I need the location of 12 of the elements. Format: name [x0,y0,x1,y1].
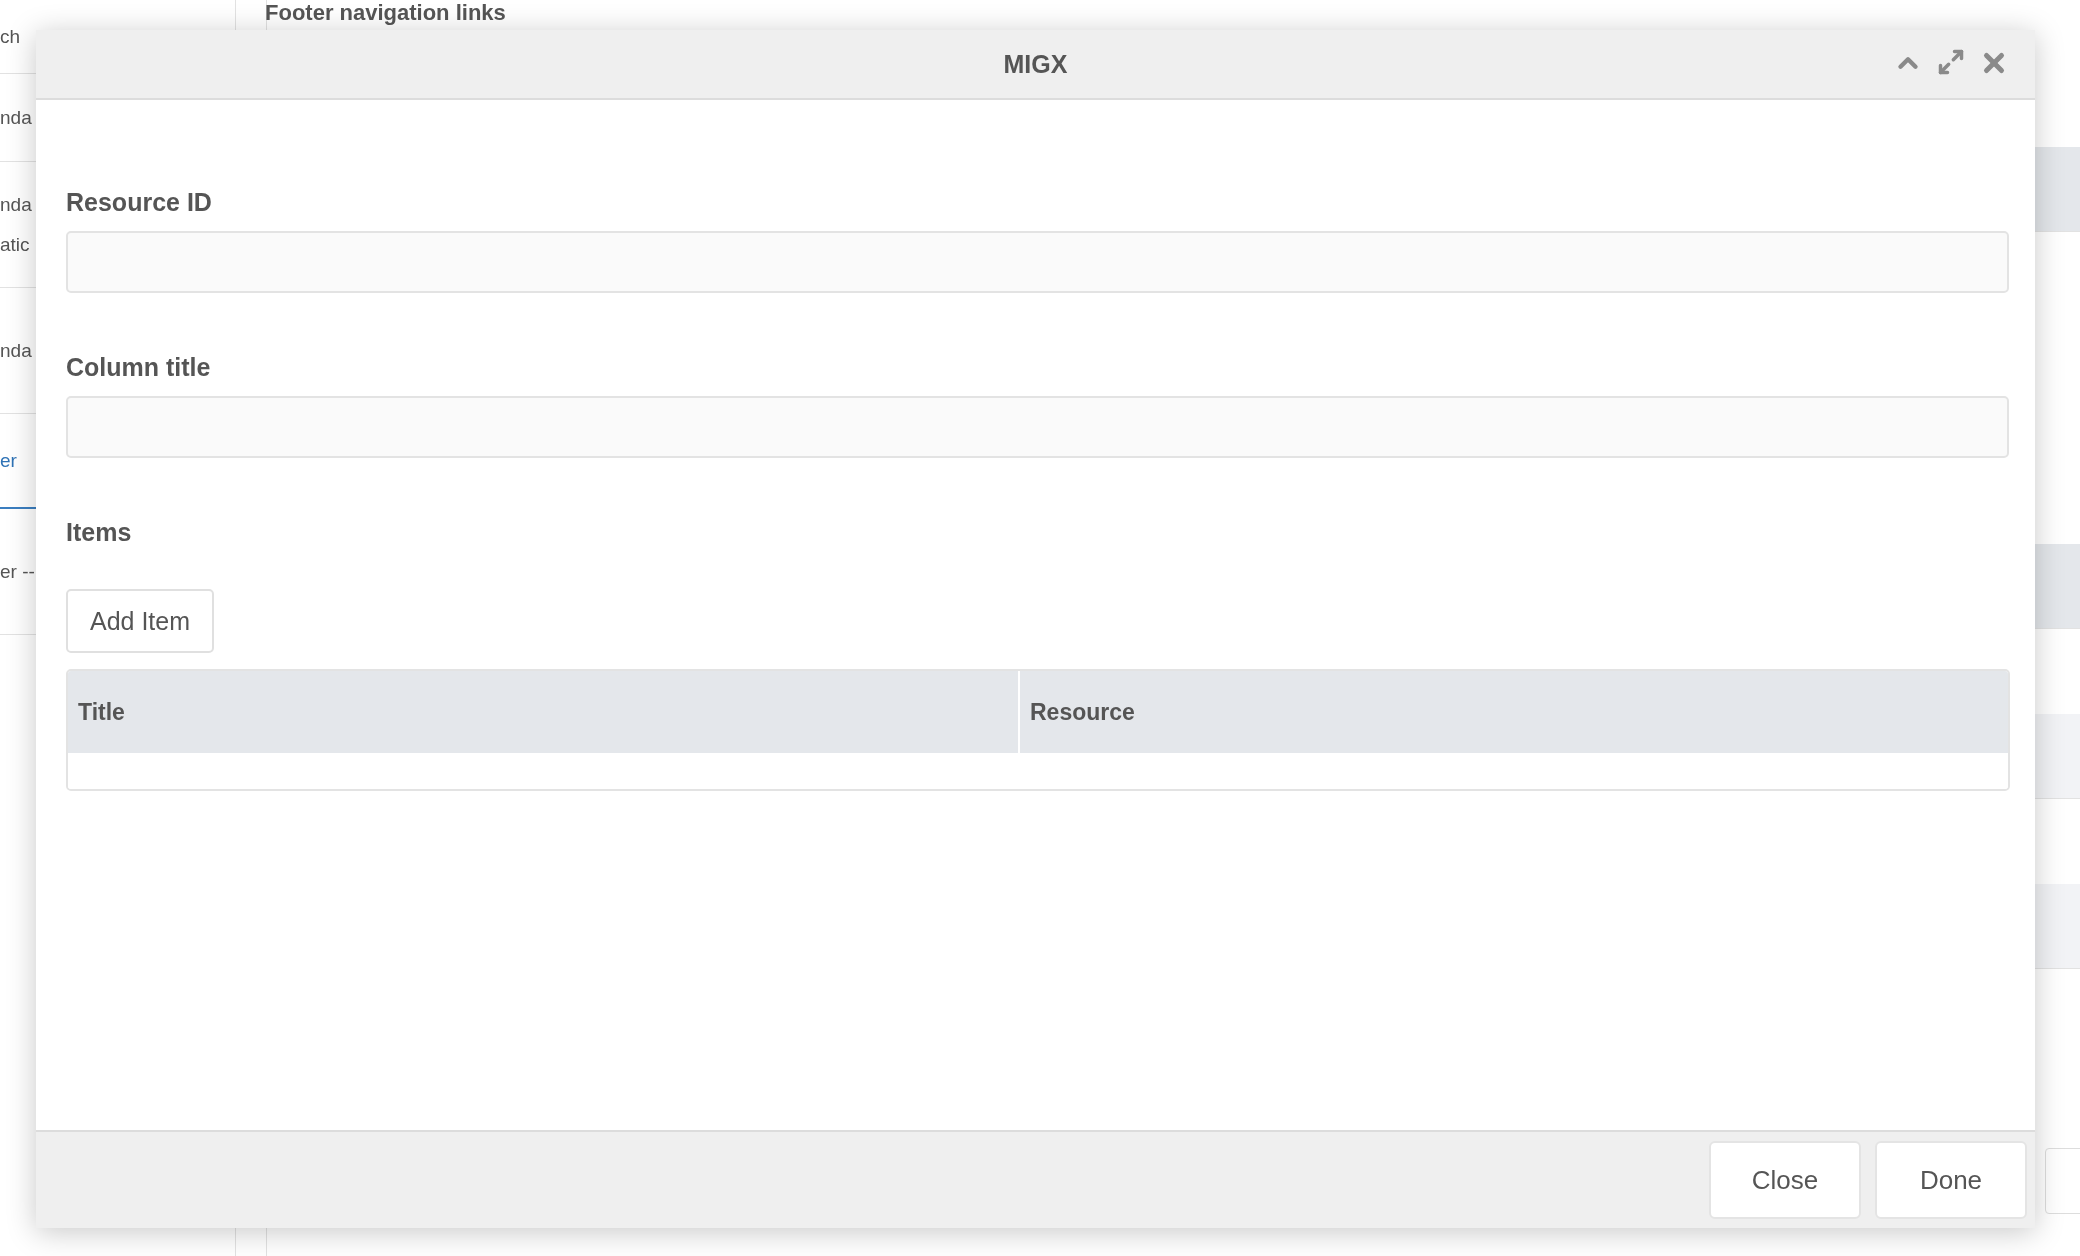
text-field[interactable] [66,396,2009,458]
add-item-button[interactable]: Add Item [66,589,215,653]
dialog-title: MIGX [1003,49,1068,79]
field-label: Column title [66,353,212,382]
column-header[interactable]: Resource [1020,671,2008,753]
field-label: Items [66,518,133,547]
field-label: Resource ID [66,188,213,217]
expand-icon[interactable] [1937,48,1965,76]
section-heading: Footer navigation links [265,0,506,27]
text-field[interactable] [66,231,2009,293]
done-button[interactable]: Done [1875,1141,2027,1219]
close-button[interactable]: Close [1709,1141,1861,1219]
